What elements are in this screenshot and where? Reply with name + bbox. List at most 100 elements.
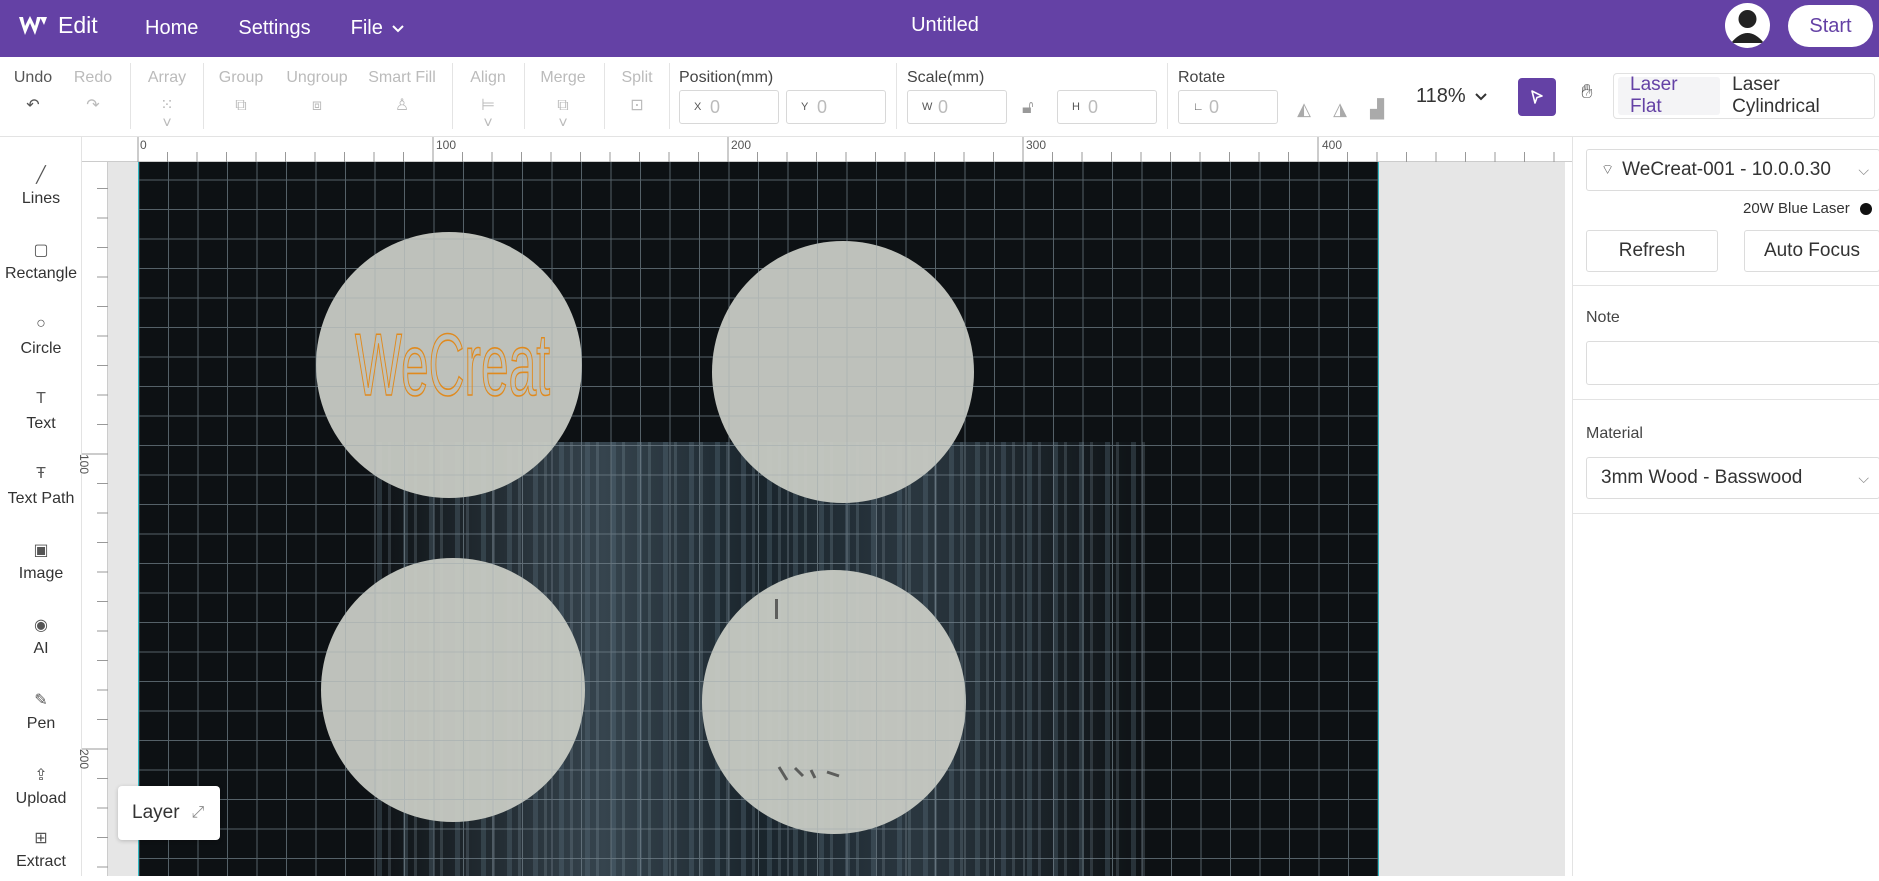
ungroup-button[interactable]: Ungroup ⧈ [284,69,350,115]
tool-rectangle-label: Rectangle [4,265,78,282]
flip-horizontal-icon[interactable]: ◭ [1293,99,1315,121]
tool-upload[interactable]: ⇪ Upload [0,765,82,808]
merge-button[interactable]: Merge ⧉ ˅ [539,69,587,132]
redo-button[interactable]: Redo ↷ [72,69,114,115]
pen-icon: ✎ [34,692,48,709]
tool-text-label: Text [26,415,56,432]
chevron-down-icon: ⌵ [1858,470,1869,486]
w-label: W [922,101,933,113]
layer-label: Layer [132,802,180,823]
hand-tool-icon[interactable]: ✋︎ [1572,81,1602,111]
tool-ai[interactable]: ◉ AI [0,615,82,658]
upload-icon: ⇪ [34,767,48,784]
scale-w-field[interactable]: W 0 [907,90,1007,124]
note-label: Note [1586,309,1620,326]
array-label: Array [147,69,187,86]
mode-laser-flat[interactable]: Laser Flat [1618,74,1721,117]
split-icon: ⊡ [630,97,644,114]
smart-fill-button[interactable]: Smart Fill ♙ [368,69,436,115]
undo-button[interactable]: Undo ↶ [12,69,54,115]
zoom-select[interactable]: 118% [1416,85,1488,108]
toolbar-divider [452,63,453,129]
panel-divider [1573,285,1879,286]
engraving-text[interactable]: WeCreat [354,314,551,415]
ruler-label-400: 400 [1322,138,1343,152]
refresh-button[interactable]: Refresh [1586,230,1718,272]
tool-pen[interactable]: ✎ Pen [0,690,82,733]
user-avatar-icon[interactable] [1725,3,1770,48]
tool-rectangle[interactable]: ▢ Rectangle [0,240,82,283]
select-tool-button[interactable] [1518,78,1556,116]
auto-focus-button[interactable]: Auto Focus [1744,230,1879,272]
camera-workspace[interactable]: WeCreat [138,162,1379,876]
ruler-label-200: 200 [731,138,752,152]
tool-upload-label: Upload [15,790,67,807]
align-button[interactable]: Align ⊨ ˅ [467,69,509,132]
tool-extract[interactable]: ⊞ Extract [0,828,82,871]
text-path-icon: Ŧ [36,465,46,482]
note-input[interactable] [1586,341,1879,385]
circle-icon: ○ [36,315,46,332]
scale-h-field[interactable]: H 0 [1057,90,1157,124]
tool-text-path[interactable]: Ŧ Text Path [0,465,82,508]
wood-disc [712,241,974,503]
wood-disc [702,570,966,834]
expand-icon[interactable]: ⤢ [192,804,205,822]
merge-icon: ⧉ ˅ [557,97,569,132]
position-y-field[interactable]: Y 0 [786,90,886,124]
h-value: 0 [1088,96,1099,117]
lock-icon[interactable]: 🔓︎ [1022,97,1034,118]
material-value: 3mm Wood - Basswood [1601,467,1803,488]
layer-panel-toggle[interactable]: Layer ⤢ [118,786,220,840]
left-toolbar: ╱ Lines ▢ Rectangle ○ Circle T Text Ŧ Te… [0,137,82,876]
rotate-label: Rotate [1178,69,1226,86]
group-button[interactable]: Group ⧉ [218,69,264,115]
array-button[interactable]: Array ⁙ ˅ [145,69,189,132]
device-name: WeCreat-001 - 10.0.0.30 [1622,159,1831,180]
panel-divider [1573,399,1879,400]
toolbar-divider [524,63,525,129]
x-label: X [694,101,702,113]
tool-pen-label: Pen [26,715,56,732]
rotate-field[interactable]: ∟ 0 [1178,90,1278,124]
tool-lines-label: Lines [21,190,61,207]
position-x-field[interactable]: X 0 [679,90,779,124]
line-icon: ╱ [36,167,46,184]
document-title: Untitled [911,14,979,36]
x-value: 0 [710,96,721,117]
toolbar-divider [1167,63,1168,129]
smart-fill-label: Smart Fill [368,69,436,86]
distribute-icon[interactable]: ▟ [1366,99,1388,121]
undo-label: Undo [13,69,53,86]
tool-image[interactable]: ▣ Image [0,540,82,583]
ruler-label-v100: 100 [77,454,91,475]
device-select[interactable]: ⌔ WeCreat-001 - 10.0.0.30 ⌵ [1586,149,1879,191]
laser-type: 20W Blue Laser [1743,200,1850,217]
split-button[interactable]: Split ⊡ [618,69,656,115]
tool-image-label: Image [18,565,64,582]
tool-lines[interactable]: ╱ Lines [0,165,82,208]
y-label: Y [801,101,809,113]
start-button[interactable]: Start [1788,5,1873,47]
split-label: Split [621,69,653,86]
extract-icon: ⊞ [34,830,48,847]
align-label: Align [470,69,506,86]
array-icon: ⁙ ˅ [160,97,174,132]
image-icon: ▣ [33,542,49,559]
mode-laser-cylindrical[interactable]: Laser Cylindrical [1720,74,1874,117]
angle-icon: ∟ [1193,101,1204,113]
chevron-down-icon [1474,92,1487,100]
wifi-icon: ⌔ [1601,161,1615,177]
laser-mode-switch: Laser Flat Laser Cylindrical [1613,73,1875,119]
tool-circle[interactable]: ○ Circle [0,315,82,358]
ruler-label-0: 0 [140,138,147,152]
flip-vertical-icon[interactable]: ◮ [1329,99,1351,121]
rectangle-icon: ▢ [33,242,49,259]
canvas-area[interactable]: WeCreat [108,162,1565,876]
material-select[interactable]: 3mm Wood - Basswood ⌵ [1586,457,1879,499]
group-icon: ⧉ [235,97,247,114]
tool-text[interactable]: T Text [0,390,82,433]
position-label: Position(mm) [679,69,774,86]
ruler-horizontal: 0 100 200 300 400 [82,137,1584,162]
ruler-vertical: 100 200 [77,158,108,876]
